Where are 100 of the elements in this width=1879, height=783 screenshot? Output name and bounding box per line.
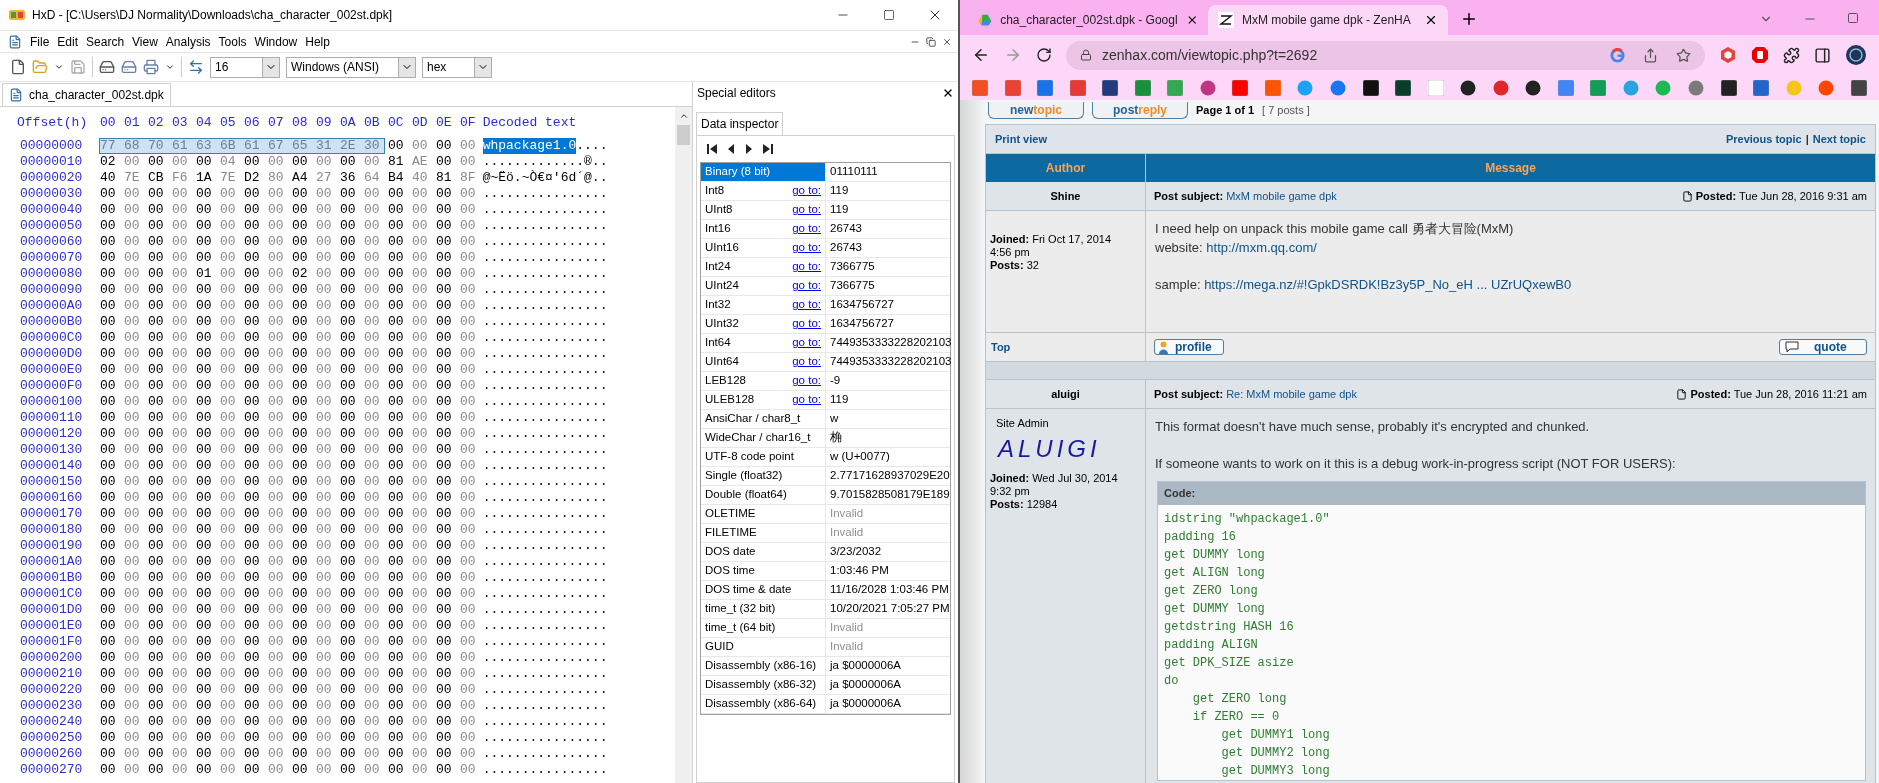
bookmark-icon[interactable] [1102,79,1119,96]
field-label[interactable]: time_t (64 bit) [701,619,825,637]
field-label[interactable]: Disassembly (x86-16) [701,657,825,675]
field-label[interactable]: UInt64 go to: [701,353,825,371]
field-label[interactable]: Int16 go to: [701,220,825,238]
folder-icon[interactable] [32,59,48,75]
printer-icon[interactable] [143,59,159,75]
post-action-button[interactable]: quote [1779,339,1867,355]
hexagon-icon[interactable] [1719,46,1737,64]
goto-link[interactable]: go to: [792,182,821,200]
field-label[interactable]: Disassembly (x86-64) [701,695,825,713]
file-tab[interactable]: cha_character_002st.dpk [2,83,171,106]
goto-link[interactable]: go to: [792,258,821,276]
field-label[interactable]: time_t (32 bit) [701,600,825,618]
menu-item[interactable]: Analysis [161,32,215,51]
goto-link[interactable]: go to: [792,315,821,333]
restore-icon[interactable] [926,36,936,47]
goto-link[interactable]: go to: [792,220,821,238]
menu-item[interactable]: File [26,32,54,51]
link[interactable]: https://mega.nz/#!GpkDSRDK!Bz3y5P_No_eH ... UZrUQxewB0 [1204,277,1572,292]
browser-tab[interactable]: cha_character_002st.dpk - Googl [968,5,1208,35]
field-label[interactable]: LEB128 go to: [701,372,825,390]
field-label[interactable]: GUID [701,638,825,656]
top-link[interactable]: Top [991,338,1011,356]
scroll-thumb[interactable] [677,125,690,145]
subject-link[interactable]: Re: MxM mobile game dpk [1226,387,1357,400]
field-label[interactable]: UInt32 go to: [701,315,825,333]
field-label[interactable]: DOS time [701,562,825,580]
field-label[interactable]: Disassembly (x86-32) [701,676,825,694]
goto-link[interactable]: go to: [792,277,821,295]
bytes-per-row-dropdown[interactable]: 16 [210,56,280,78]
field-label[interactable]: WideChar / char16_t [701,429,825,447]
post-button[interactable]: postreply [1092,101,1188,119]
browser-tab[interactable]: MxM mobile game dpk - ZenHA [1208,5,1448,35]
post-action-button[interactable]: profile [1154,339,1224,355]
field-label[interactable]: FILETIME [701,524,825,542]
share-icon[interactable] [1643,47,1658,63]
menu-item[interactable]: View [128,32,162,51]
field-label[interactable]: DOS time & date [701,581,825,599]
field-label[interactable]: Int8 go to: [701,182,825,200]
bookmark-icon[interactable] [1362,79,1379,96]
new-tab-icon[interactable] [1460,10,1478,28]
field-label[interactable]: UInt8 go to: [701,201,825,219]
scroll-up-icon[interactable] [678,111,689,121]
close-icon[interactable] [942,87,954,99]
caret-icon[interactable] [54,62,64,72]
back-icon[interactable] [972,46,990,64]
goto-link[interactable]: go to: [792,201,821,219]
menu-item[interactable]: Search [82,32,129,51]
bookmark-icon[interactable] [1460,79,1477,96]
mode-dropdown[interactable]: hex [422,56,492,78]
extensions-icon[interactable] [1783,46,1800,64]
bookmark-icon[interactable] [1525,79,1542,96]
bookmark-icon[interactable] [1395,79,1412,96]
next-topic-link[interactable]: Next topic [1812,130,1866,148]
previous-topic-link[interactable]: Previous topic [1725,130,1802,148]
field-label[interactable]: ULEB128 go to: [701,391,825,409]
previous-icon[interactable] [726,143,736,155]
goto-link[interactable]: go to: [792,353,821,371]
side-panel-icon[interactable] [1814,46,1831,64]
goto-link[interactable]: go to: [792,239,821,257]
shield-icon[interactable] [1751,46,1769,64]
field-label[interactable]: OLETIME [701,505,825,523]
field-label[interactable]: Double (float64) [701,486,825,504]
caret-icon[interactable] [165,62,175,72]
new-file-icon[interactable] [10,59,26,75]
field-label[interactable]: DOS date [701,543,825,561]
goto-link[interactable]: go to: [792,391,821,409]
field-label[interactable]: Single (float32) [701,467,825,485]
last-icon[interactable] [762,143,774,155]
field-label[interactable]: UInt16 go to: [701,239,825,257]
next-icon[interactable] [744,143,754,155]
menu-item[interactable]: Window [250,32,302,51]
field-label[interactable]: Int32 go to: [701,296,825,314]
field-label[interactable]: Binary (8 bit) [701,163,825,181]
print-view-link[interactable]: Print view [995,130,1047,148]
bookmark-icon[interactable] [1720,79,1737,96]
goto-link[interactable]: go to: [792,296,821,314]
encoding-dropdown[interactable]: Windows (ANSI) [286,56,416,78]
star-icon[interactable] [1676,47,1691,63]
field-label[interactable]: Int64 go to: [701,334,825,352]
save-icon[interactable] [70,59,86,75]
google-icon[interactable] [1610,47,1625,63]
avatar-icon[interactable] [1845,44,1867,66]
goto-link[interactable]: go to: [792,334,821,352]
goto-link[interactable]: go to: [792,372,821,390]
first-icon[interactable] [706,143,718,155]
reload-icon[interactable] [1036,47,1052,63]
inspector-tab[interactable]: Data inspector [696,112,784,135]
close-icon[interactable] [1424,13,1438,27]
post-button[interactable]: newtopic [988,101,1084,119]
address-bar[interactable]: zenhax.com/viewtopic.php?t=2692 [1066,40,1705,70]
close-icon[interactable] [942,36,952,47]
field-label[interactable]: AnsiChar / char8_t [701,410,825,428]
scrollbar[interactable] [675,107,692,783]
menu-item[interactable]: Help [301,32,334,51]
menu-item[interactable]: Edit [53,32,83,51]
link[interactable]: http://mxm.qq.com/ [1206,240,1317,255]
maximize-icon[interactable] [1847,12,1859,24]
bookmark-icon[interactable] [1850,79,1867,96]
